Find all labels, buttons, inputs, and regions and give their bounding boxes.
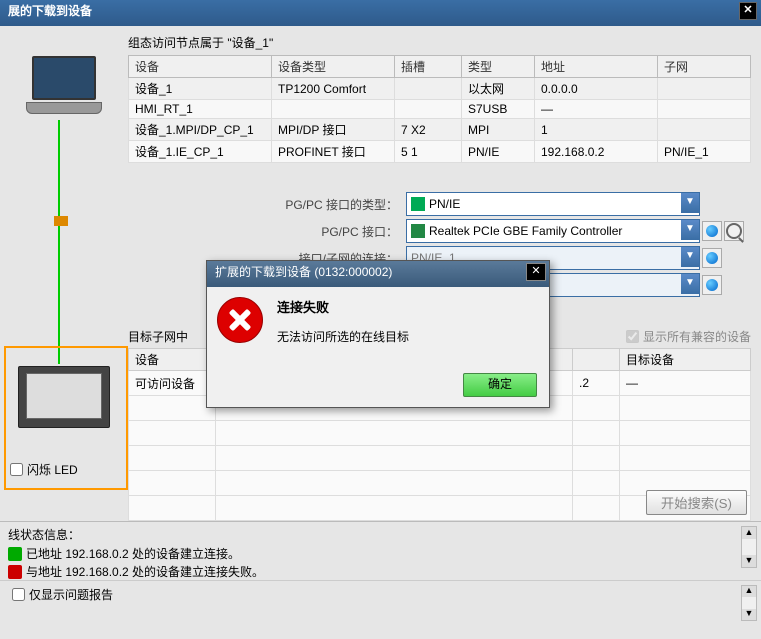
globe-icon: [706, 252, 718, 264]
nic-icon: [411, 224, 425, 238]
ok-button[interactable]: 确定: [463, 373, 537, 397]
hmi-device-icon: [18, 366, 110, 428]
col-type: 设备类型: [272, 56, 395, 78]
topology-column: 闪烁 LED: [0, 26, 128, 521]
col-device: 设备: [129, 349, 216, 371]
dropdown-value: PN/IE: [429, 197, 460, 211]
table-row[interactable]: 设备_1.IE_CP_1PROFINET 接口5 1PN/IE192.168.0…: [129, 141, 751, 163]
scroll-down-icon[interactable]: ▼: [742, 609, 756, 620]
access-nodes-table: 设备 设备类型 插槽 类型 地址 子网 设备_1TP1200 Comfort以太…: [128, 55, 751, 163]
label-interface-type: PG/PC 接口的类型：: [128, 196, 406, 213]
label-interface: PG/PC 接口：: [128, 223, 406, 240]
dialog-titlebar: 扩展的下载到设备 (0132:000002) ✕: [207, 261, 549, 287]
connector-icon: [40, 216, 80, 246]
flash-led-checkbox[interactable]: 闪烁 LED: [6, 460, 78, 479]
magnifier-icon: [726, 223, 742, 239]
table-row[interactable]: 设备_1TP1200 Comfort以太网0.0.0.0: [129, 78, 751, 100]
scroll-down-icon[interactable]: ▼: [742, 555, 756, 567]
col-target: 目标设备: [620, 349, 751, 371]
show-compatible-label: 显示所有兼容的设备: [643, 328, 751, 345]
table-row[interactable]: 设备_1.MPI/DP_CP_1MPI/DP 接口7 X2MPI1: [129, 119, 751, 141]
chevron-down-icon: ▼: [681, 220, 699, 240]
col-addr-tail: [573, 349, 620, 371]
search-button[interactable]: [724, 221, 744, 241]
error-icon: [8, 565, 22, 579]
status-area: 线状态信息： 已地址 192.168.0.2 处的设备建立连接。 与地址 192…: [0, 521, 761, 580]
dropdown-value: Realtek PCIe GBE Family Controller: [429, 224, 622, 238]
col-slot: 插槽: [395, 56, 462, 78]
dialog-close-button[interactable]: ✕: [526, 263, 546, 281]
table-row: [129, 446, 751, 471]
chevron-down-icon: ▼: [681, 274, 699, 294]
col-addr: 地址: [535, 56, 658, 78]
dialog-heading: 连接失败: [277, 297, 539, 316]
chevron-down-icon: ▼: [681, 247, 699, 267]
only-errors-label: 仅显示问题报告: [29, 586, 113, 603]
dropdown-interface[interactable]: Realtek PCIe GBE Family Controller ▼: [406, 219, 700, 243]
scroll-up-icon[interactable]: ▲: [742, 527, 756, 539]
error-x-icon: [217, 297, 263, 343]
table-row[interactable]: HMI_RT_1S7USB—: [129, 100, 751, 119]
error-dialog: 扩展的下载到设备 (0132:000002) ✕ 连接失败 无法访问所选的在线目…: [206, 260, 550, 408]
window-title: 展的下载到设备: [8, 4, 92, 18]
scrollbar[interactable]: ▲ ▼: [741, 526, 757, 568]
show-compatible-input[interactable]: [626, 330, 639, 343]
dialog-title: 扩展的下载到设备 (0132:000002): [215, 265, 392, 279]
pg-pc-icon: [24, 56, 104, 116]
flash-led-input[interactable]: [10, 463, 23, 476]
access-nodes-heading: 组态访问节点属于 "设备_1": [128, 34, 751, 51]
window-titlebar: 展的下载到设备 ✕: [0, 0, 761, 26]
log-text: 已地址 192.168.0.2 处的设备建立连接。: [26, 545, 240, 562]
table-row: [129, 421, 751, 446]
scroll-up-icon[interactable]: ▲: [742, 586, 756, 597]
col-kind: 类型: [462, 56, 535, 78]
refresh-button[interactable]: [702, 248, 722, 268]
refresh-button[interactable]: [702, 275, 722, 295]
globe-icon: [706, 279, 718, 291]
only-errors-checkbox[interactable]: 仅显示问题报告: [8, 585, 113, 604]
target-subnet-label: 目标子网中: [128, 328, 188, 345]
show-compatible-checkbox[interactable]: 显示所有兼容的设备: [622, 327, 751, 346]
dropdown-interface-type[interactable]: PN/IE ▼: [406, 192, 700, 216]
globe-icon: [706, 225, 718, 237]
scrollbar[interactable]: ▲ ▼: [741, 585, 757, 621]
bottom-options: 仅显示问题报告 ▲ ▼: [0, 580, 761, 629]
refresh-button[interactable]: [702, 221, 722, 241]
flash-led-label: 闪烁 LED: [27, 461, 78, 478]
success-icon: [8, 547, 22, 561]
only-errors-input[interactable]: [12, 588, 25, 601]
col-subnet: 子网: [658, 56, 751, 78]
log-line: 已地址 192.168.0.2 处的设备建立连接。: [8, 545, 753, 562]
col-device: 设备: [129, 56, 272, 78]
start-search-button[interactable]: 开始搜索(S): [646, 490, 747, 515]
pnie-icon: [411, 197, 425, 211]
chevron-down-icon: ▼: [681, 193, 699, 213]
log-text: 与地址 192.168.0.2 处的设备建立连接失败。: [26, 563, 264, 580]
status-header: 线状态信息：: [8, 526, 753, 543]
dialog-message: 无法访问所选的在线目标: [277, 328, 539, 345]
log-line: 与地址 192.168.0.2 处的设备建立连接失败。: [8, 563, 753, 580]
window-close-button[interactable]: ✕: [739, 2, 757, 20]
